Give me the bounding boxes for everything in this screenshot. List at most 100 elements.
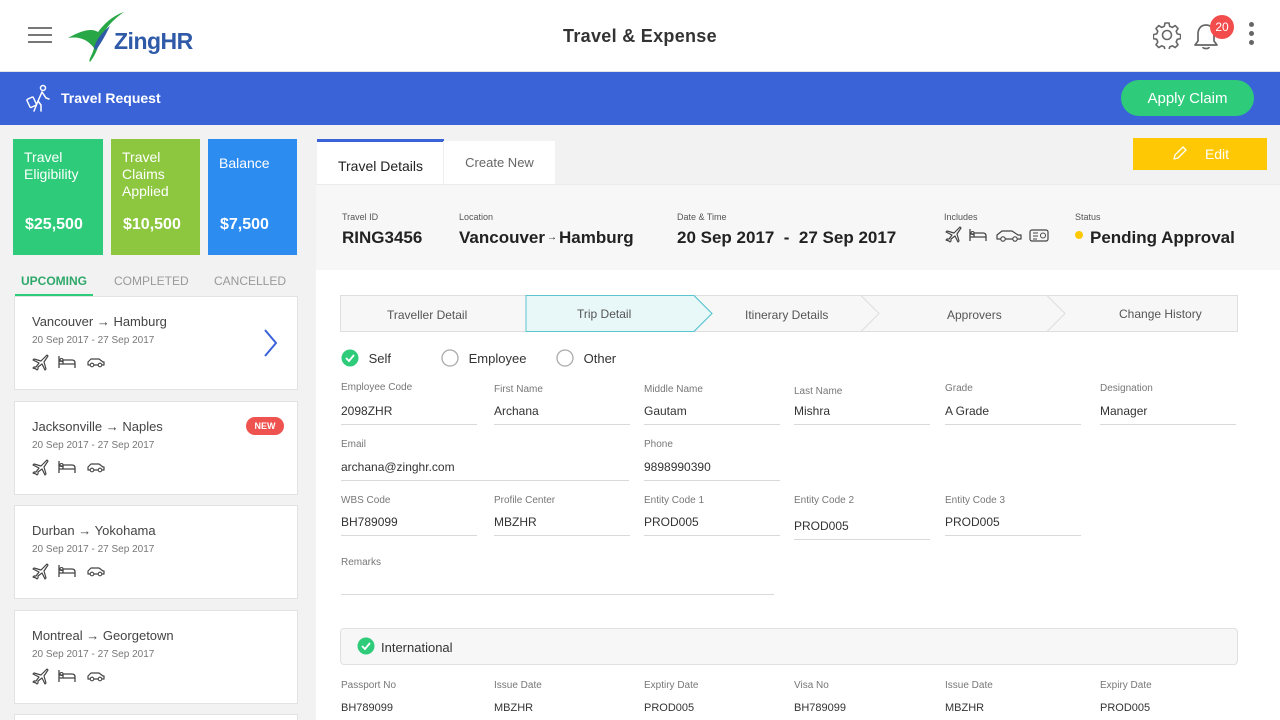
middle-name-field[interactable]: Gautam bbox=[644, 404, 780, 425]
employee-code-field[interactable]: 2098ZHR bbox=[341, 404, 477, 425]
trip-card[interactable]: Durban → Yokohama 20 Sep 2017 - 27 Sep 2… bbox=[14, 505, 298, 599]
car-icon bbox=[87, 463, 105, 473]
trip-to: Georgetown bbox=[102, 628, 174, 643]
chevron-right-icon[interactable] bbox=[261, 327, 279, 359]
issue-date-label: Issue Date bbox=[494, 680, 542, 691]
profile-center-label: Profile Center bbox=[494, 495, 556, 506]
hotel-bed-icon bbox=[58, 565, 77, 577]
trip-card[interactable]: Vancouver → Hamburg 20 Sep 2017 - 27 Sep… bbox=[14, 296, 298, 390]
location-to: Hamburg bbox=[559, 228, 634, 247]
tab-travel-details[interactable]: Travel Details bbox=[317, 139, 444, 184]
trip-route: Montreal → Georgetown bbox=[32, 628, 174, 643]
card-value: $25,500 bbox=[25, 216, 83, 233]
employee-code-label: Employee Code bbox=[341, 382, 413, 393]
arrow-right-icon: → bbox=[105, 419, 119, 434]
issue-date-value: MBZHR bbox=[494, 702, 534, 714]
flight-icon bbox=[32, 459, 49, 476]
trip-from: Durban bbox=[32, 523, 75, 538]
trip-dates: 20 Sep 2017 - 27 Sep 2017 bbox=[32, 544, 155, 555]
entity-code-3-field[interactable]: PROD005 bbox=[945, 515, 1081, 536]
trip-to: Hamburg bbox=[113, 314, 167, 329]
first-name-label: First Name bbox=[494, 384, 543, 395]
trip-detail-form: Traveller Detail Trip Detail Itinerary D… bbox=[316, 270, 1280, 720]
trip-includes bbox=[31, 353, 110, 373]
last-name-field[interactable]: Mishra bbox=[794, 404, 930, 425]
step-labels: Traveller Detail Trip Detail Itinerary D… bbox=[340, 295, 1238, 332]
pencil-icon bbox=[1173, 146, 1187, 160]
step-itinerary-details[interactable]: Itinerary Details bbox=[745, 308, 828, 322]
apply-claim-button[interactable]: Apply Claim bbox=[1121, 80, 1254, 116]
first-name-field[interactable]: Archana bbox=[494, 404, 630, 425]
more-options-icon[interactable] bbox=[1244, 22, 1258, 48]
card-title: Travel Claims Applied bbox=[122, 149, 169, 199]
expiry-date-value: PROD005 bbox=[644, 702, 695, 714]
new-badge: NEW bbox=[246, 417, 284, 435]
hotel-bed-icon bbox=[58, 461, 77, 473]
tab-upcoming[interactable]: UPCOMING bbox=[21, 274, 87, 288]
visa-expiry-date-value: PROD005 bbox=[1100, 702, 1151, 714]
travel-eligibility-card: Travel Eligibility $25,500 bbox=[13, 139, 103, 255]
phone-field[interactable]: 9898990390 bbox=[644, 460, 780, 481]
phone-label: Phone bbox=[644, 439, 673, 450]
step-traveller-detail[interactable]: Traveller Detail bbox=[387, 308, 467, 322]
travel-id-label: Travel ID bbox=[342, 212, 379, 222]
car-icon bbox=[87, 567, 105, 577]
arrow-right-icon: → bbox=[547, 232, 557, 243]
radio-employee[interactable]: Employee bbox=[441, 349, 561, 367]
radio-empty-icon bbox=[441, 349, 459, 367]
card-title: Travel Eligibility bbox=[24, 149, 79, 182]
tab-create-new[interactable]: Create New bbox=[443, 141, 555, 184]
entity-code-1-label: Entity Code 1 bbox=[644, 495, 705, 506]
trip-from: Montreal bbox=[32, 628, 83, 643]
card-title: Balance bbox=[219, 155, 270, 171]
step-approvers[interactable]: Approvers bbox=[947, 308, 1002, 322]
entity-code-1-field[interactable]: PROD005 bbox=[644, 515, 780, 536]
passport-no-label: Passport No bbox=[341, 680, 397, 691]
visa-issue-date-value: MBZHR bbox=[945, 702, 985, 714]
last-name-label: Last Name bbox=[794, 386, 843, 397]
flight-icon bbox=[32, 354, 49, 371]
includes-label: Includes bbox=[944, 212, 978, 222]
profile-center-field[interactable]: MBZHR bbox=[494, 515, 630, 536]
designation-field[interactable]: Manager bbox=[1100, 404, 1236, 425]
step-change-history[interactable]: Change History bbox=[1119, 307, 1202, 321]
car-icon bbox=[996, 230, 1022, 242]
traveler-luggage-icon bbox=[26, 84, 50, 112]
trip-card[interactable] bbox=[14, 714, 298, 720]
car-icon bbox=[87, 672, 105, 682]
tab-completed[interactable]: COMPLETED bbox=[114, 274, 189, 288]
email-field[interactable]: archana@zinghr.com bbox=[341, 460, 629, 481]
travel-details-panel: Travel Details Create New Edit Travel ID… bbox=[316, 138, 1280, 720]
page-title: Travel & Expense bbox=[563, 26, 717, 46]
flight-icon bbox=[32, 563, 49, 580]
passport-no-value: BH789099 bbox=[341, 702, 393, 714]
trip-from: Vancouver bbox=[32, 314, 94, 329]
email-label: Email bbox=[341, 439, 367, 450]
remarks-field[interactable] bbox=[341, 573, 774, 595]
top-bar: ZingHR Travel & Expense 20 bbox=[0, 0, 1280, 72]
check-circle-icon bbox=[341, 349, 359, 367]
grade-field[interactable]: A Grade bbox=[945, 404, 1081, 425]
trip-card[interactable]: Jacksonville → Naples NEW 20 Sep 2017 - … bbox=[14, 401, 298, 495]
edit-button[interactable]: Edit bbox=[1133, 138, 1267, 170]
trip-summary: Travel ID RING3456 Location Vancouver → Ha… bbox=[316, 184, 1280, 270]
settings-gear-icon[interactable] bbox=[1153, 21, 1181, 49]
ticket-icon bbox=[1029, 229, 1049, 242]
grade-label: Grade bbox=[945, 383, 973, 394]
edit-label: Edit bbox=[1204, 146, 1230, 162]
trip-to: Yokohama bbox=[94, 523, 156, 538]
trip-card[interactable]: Montreal → Georgetown 20 Sep 2017 - 27 S… bbox=[14, 610, 298, 704]
trip-route: Jacksonville → Naples bbox=[32, 419, 163, 434]
check-circle-icon bbox=[357, 637, 375, 655]
visa-issue-date-label: Issue Date bbox=[945, 680, 993, 691]
entity-code-2-field[interactable]: PROD005 bbox=[794, 519, 930, 540]
notification-count-badge: 20 bbox=[1210, 15, 1234, 39]
step-trip-detail[interactable]: Trip Detail bbox=[577, 307, 631, 321]
international-section-header[interactable]: International bbox=[340, 628, 1238, 665]
tab-cancelled[interactable]: CANCELLED bbox=[214, 274, 286, 288]
arrow-right-icon: → bbox=[78, 523, 92, 538]
wbs-code-field[interactable]: BH789099 bbox=[341, 515, 477, 536]
status-dot bbox=[1075, 231, 1083, 239]
entity-code-2-label: Entity Code 2 bbox=[794, 495, 855, 506]
radio-other[interactable]: Other bbox=[556, 349, 676, 367]
